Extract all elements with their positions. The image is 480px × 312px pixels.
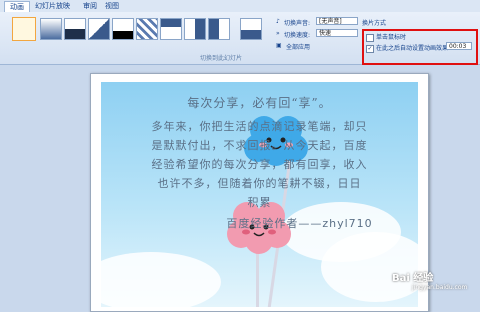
slide-text-line: 积累: [247, 196, 272, 209]
tab-review[interactable]: 审阅: [78, 1, 102, 12]
cloud-shape: [101, 252, 221, 307]
apply-all-icon: ▣: [276, 42, 282, 49]
transition-dissolve-thumb[interactable]: [136, 18, 158, 40]
transition-none-thumb[interactable]: [12, 17, 36, 41]
slide-canvas[interactable]: 每次分享，必有回“享”。 多年来，你把生活的点滴记录笔端，却只 是默默付出，不求…: [90, 73, 429, 312]
tab-view[interactable]: 视图: [100, 1, 124, 12]
speed-select[interactable]: 快速: [316, 29, 358, 37]
transition-cut-black-thumb[interactable]: [112, 18, 134, 40]
tab-slideshow[interactable]: 幻灯片放映: [30, 1, 75, 12]
highlight-box: [362, 29, 478, 65]
transition-group-label: 切换到此幻灯片: [200, 55, 243, 62]
transition-fade-thumb[interactable]: [40, 18, 62, 40]
slide-text-line: 经验希望你的每次分享，都有回享，收入: [151, 158, 368, 171]
speed-icon: »: [276, 30, 280, 37]
speed-label: 切换速度:: [284, 32, 311, 39]
baidu-jingyan-logo: Bai 经验: [392, 273, 434, 284]
transition-cut-thumb[interactable]: [88, 18, 110, 40]
slide-title: 每次分享，必有回“享”。: [187, 96, 332, 110]
advance-title: 换片方式: [362, 20, 387, 27]
sound-select[interactable]: [无声音]: [316, 17, 358, 25]
cloud-shape: [321, 232, 418, 302]
transition-wipe-left-thumb[interactable]: [184, 18, 206, 40]
watermark-url: jingyan.baidu.com: [412, 284, 468, 291]
transition-fade-black-thumb[interactable]: [64, 18, 86, 40]
transition-more-thumb[interactable]: [240, 18, 262, 40]
transition-wipe-down-thumb[interactable]: [160, 18, 182, 40]
sound-label: 切换声音:: [284, 20, 311, 27]
apply-all-button[interactable]: 全部应用: [286, 42, 310, 51]
slide-author-line: 百度经验作者——zhyl710: [226, 217, 373, 230]
transition-wipe-right-thumb[interactable]: [208, 18, 230, 40]
slide-text-line: 多年来，你把生活的点滴记录笔端，却只: [151, 120, 368, 133]
slide-text-line: 是默默付出，不求回报。从今天起，百度: [151, 139, 368, 152]
sound-icon: ♪: [276, 18, 280, 25]
slide-text-line: 也许不多，但随着你的笔耕不辍，日日: [157, 177, 362, 190]
slide-photo: 每次分享，必有回“享”。 多年来，你把生活的点滴记录笔端，却只 是默默付出，不求…: [101, 82, 418, 307]
